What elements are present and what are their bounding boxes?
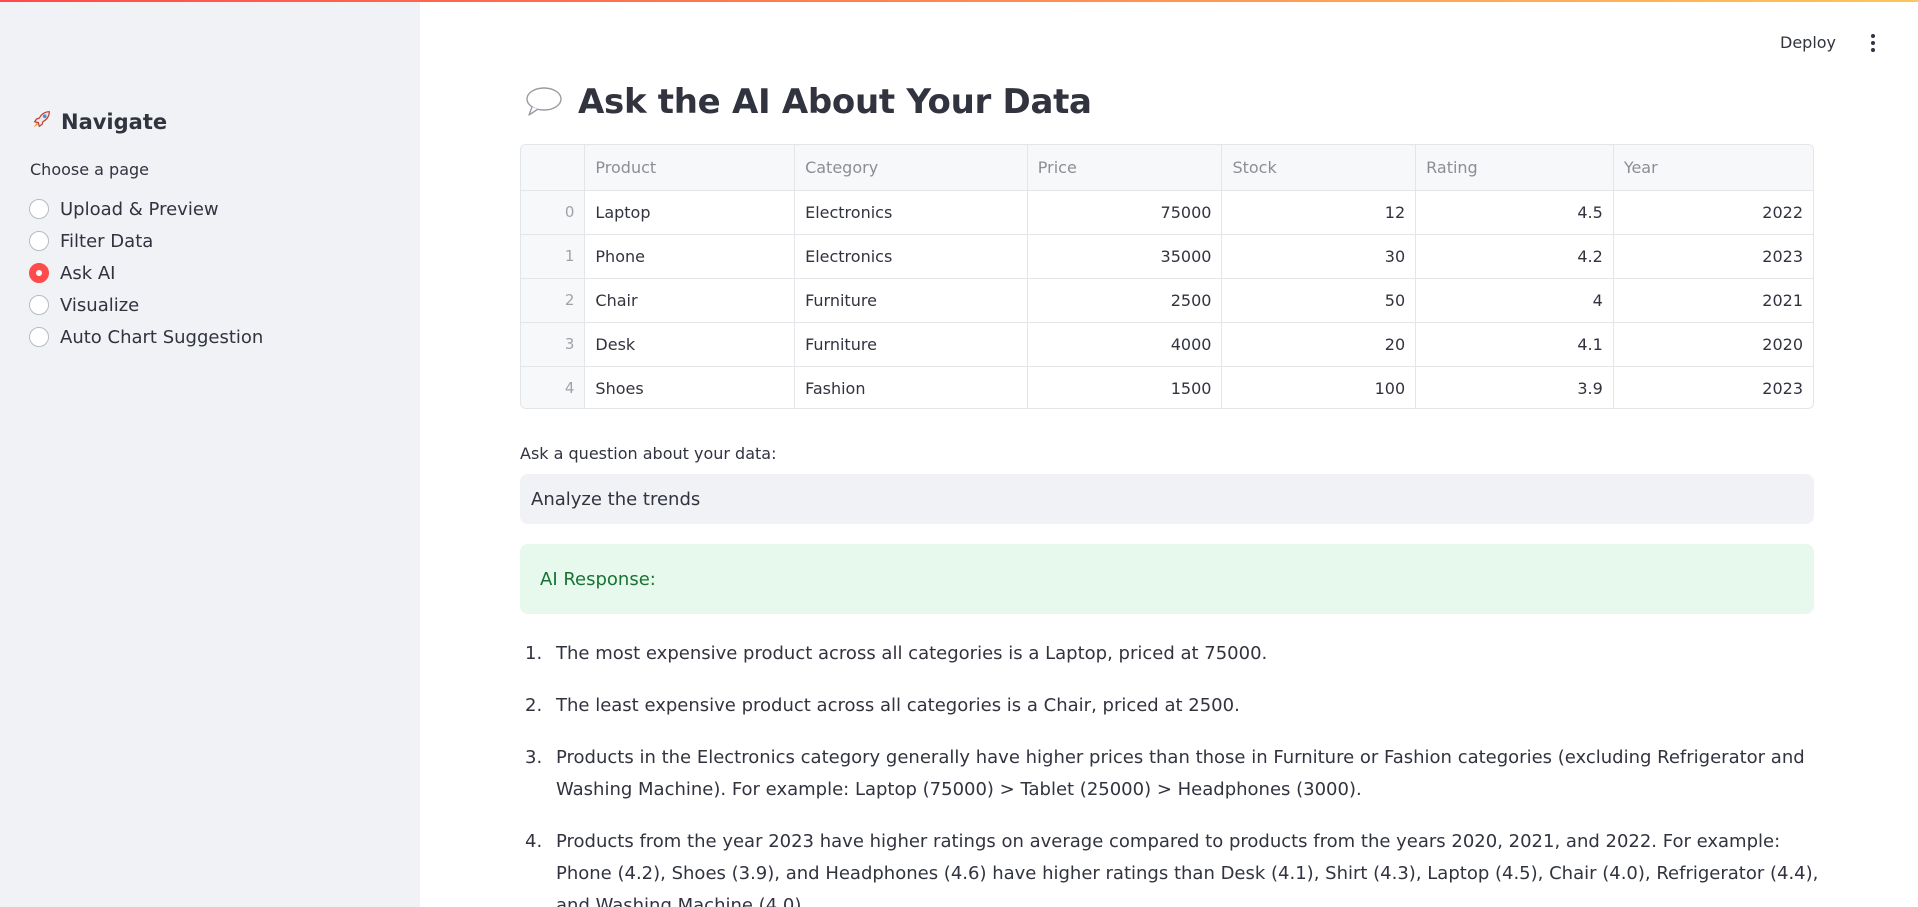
column-header[interactable]: Year <box>1613 145 1813 191</box>
radio-checked-icon[interactable] <box>29 263 49 283</box>
radio-unchecked-icon[interactable] <box>29 199 49 219</box>
radio-option-visualize[interactable]: Visualize <box>29 289 263 321</box>
list-item: 1. The most expensive product across all … <box>520 638 1820 670</box>
table-cell[interactable]: 12 <box>1221 190 1417 235</box>
table-cell[interactable]: Furniture <box>794 322 1028 367</box>
table-cell[interactable]: 2023 <box>1613 234 1813 279</box>
radio-unchecked-icon[interactable] <box>29 327 49 347</box>
page-radio-group: Upload & Preview Filter Data Ask AI Visuali… <box>29 193 263 353</box>
table-cell[interactable]: Shoes <box>584 366 796 408</box>
table-cell[interactable]: 35000 <box>1027 234 1223 279</box>
table-row[interactable]: 1 Phone Electronics 35000 30 4.2 2023 <box>521 234 1813 279</box>
table-cell[interactable]: 2020 <box>1613 322 1813 367</box>
list-item-text: Products in the Electronics category gen… <box>556 747 1805 800</box>
list-item: 2. The least expensive product across all… <box>520 690 1820 722</box>
table-cell[interactable]: Electronics <box>794 234 1028 279</box>
page-title: Ask the AI About Your Data <box>524 82 1092 122</box>
list-item-text: The least expensive product across all c… <box>556 695 1240 716</box>
table-row[interactable]: 2 Chair Furniture 2500 50 4 2021 <box>521 278 1813 323</box>
table-row[interactable]: 4 Shoes Fashion 1500 100 3.9 2023 <box>521 366 1813 408</box>
kebab-menu-icon[interactable] <box>1866 31 1880 55</box>
table-cell[interactable]: 4.5 <box>1415 190 1614 235</box>
table-cell[interactable]: Furniture <box>794 278 1028 323</box>
deploy-button[interactable]: Deploy <box>1776 31 1840 54</box>
sidebar: Navigate Choose a page Upload & Preview F… <box>0 0 420 907</box>
ai-response-alert: AI Response: <box>520 544 1814 614</box>
table-row[interactable]: 3 Desk Furniture 4000 20 4.1 2020 <box>521 322 1813 367</box>
table-cell[interactable]: Laptop <box>584 190 796 235</box>
table-cell[interactable]: 30 <box>1221 234 1417 279</box>
ai-response-label: AI Response: <box>540 568 656 590</box>
column-header[interactable]: Rating <box>1415 145 1614 191</box>
top-decoration-line <box>0 0 1918 2</box>
table-cell[interactable]: 2500 <box>1027 278 1223 323</box>
row-index-cell[interactable]: 4 <box>521 366 586 408</box>
ai-response-list: 1. The most expensive product across all … <box>520 638 1820 907</box>
sidebar-title: Navigate <box>31 108 167 135</box>
table-cell[interactable]: 2023 <box>1613 366 1813 408</box>
column-header[interactable]: Stock <box>1221 145 1417 191</box>
sidebar-title-label: Navigate <box>61 109 168 134</box>
page-title-text: Ask the AI About Your Data <box>578 82 1092 122</box>
row-index-cell[interactable]: 3 <box>521 322 586 367</box>
table-cell[interactable]: 4.1 <box>1415 322 1614 367</box>
table-cell[interactable]: 75000 <box>1027 190 1223 235</box>
radio-unchecked-icon[interactable] <box>29 231 49 251</box>
index-column-header[interactable] <box>521 145 586 191</box>
radio-option-auto-chart-suggestion[interactable]: Auto Chart Suggestion <box>29 321 263 353</box>
table-cell[interactable]: Electronics <box>794 190 1028 235</box>
table-cell[interactable]: 4.2 <box>1415 234 1614 279</box>
list-item: 4. Products from the year 2023 have highe… <box>520 826 1820 907</box>
radio-option-label: Visualize <box>60 294 140 316</box>
table-cell[interactable]: 2021 <box>1613 278 1813 323</box>
table-cell[interactable]: Desk <box>584 322 796 367</box>
list-item-text: The most expensive product across all ca… <box>556 643 1268 664</box>
rocket-icon <box>31 108 53 135</box>
radio-option-filter-data[interactable]: Filter Data <box>29 225 263 257</box>
table-cell[interactable]: Chair <box>584 278 796 323</box>
list-item-text: Products from the year 2023 have higher … <box>556 831 1819 907</box>
table-cell[interactable]: 1500 <box>1027 366 1223 408</box>
list-item-number: 4. <box>525 831 543 852</box>
table-cell[interactable]: 100 <box>1221 366 1417 408</box>
radio-option-label: Ask AI <box>60 262 116 284</box>
table-cell[interactable]: 50 <box>1221 278 1417 323</box>
row-index-cell[interactable]: 2 <box>521 278 586 323</box>
list-item: 3. Products in the Electronics category g… <box>520 742 1820 806</box>
radio-option-label: Auto Chart Suggestion <box>60 326 264 348</box>
column-header[interactable]: Category <box>794 145 1028 191</box>
question-label: Ask a question about your data: <box>520 444 777 463</box>
question-input[interactable] <box>520 474 1814 524</box>
table-cell[interactable]: Fashion <box>794 366 1028 408</box>
list-item-number: 3. <box>525 747 543 768</box>
row-index-cell[interactable]: 0 <box>521 190 586 235</box>
column-header[interactable]: Product <box>584 145 796 191</box>
table-cell[interactable]: 4 <box>1415 278 1614 323</box>
table-cell[interactable]: 20 <box>1221 322 1417 367</box>
table-body: 0 Laptop Electronics 75000 12 4.5 2022 1 Phone El… <box>521 190 1813 408</box>
radio-group-label: Choose a page <box>30 160 150 179</box>
speech-bubble-icon <box>526 87 562 116</box>
table-cell[interactable]: 2022 <box>1613 190 1813 235</box>
column-header[interactable]: Price <box>1027 145 1223 191</box>
radio-option-ask-ai[interactable]: Ask AI <box>29 257 263 289</box>
radio-unchecked-icon[interactable] <box>29 295 49 315</box>
list-item-number: 2. <box>525 695 543 716</box>
radio-option-label: Upload & Preview <box>60 198 219 220</box>
row-index-cell[interactable]: 1 <box>521 234 586 279</box>
table-cell[interactable]: Phone <box>584 234 796 279</box>
table-cell[interactable]: 4000 <box>1027 322 1223 367</box>
table-header-row: Product Category Price Stock Rating Year <box>521 145 1813 191</box>
radio-option-upload-preview[interactable]: Upload & Preview <box>29 193 263 225</box>
radio-option-label: Filter Data <box>60 230 154 252</box>
table-cell[interactable]: 3.9 <box>1415 366 1614 408</box>
list-item-number: 1. <box>525 643 543 664</box>
data-table[interactable]: Product Category Price Stock Rating Year 0 Lap… <box>520 144 1814 409</box>
table-row[interactable]: 0 Laptop Electronics 75000 12 4.5 2022 <box>521 190 1813 235</box>
